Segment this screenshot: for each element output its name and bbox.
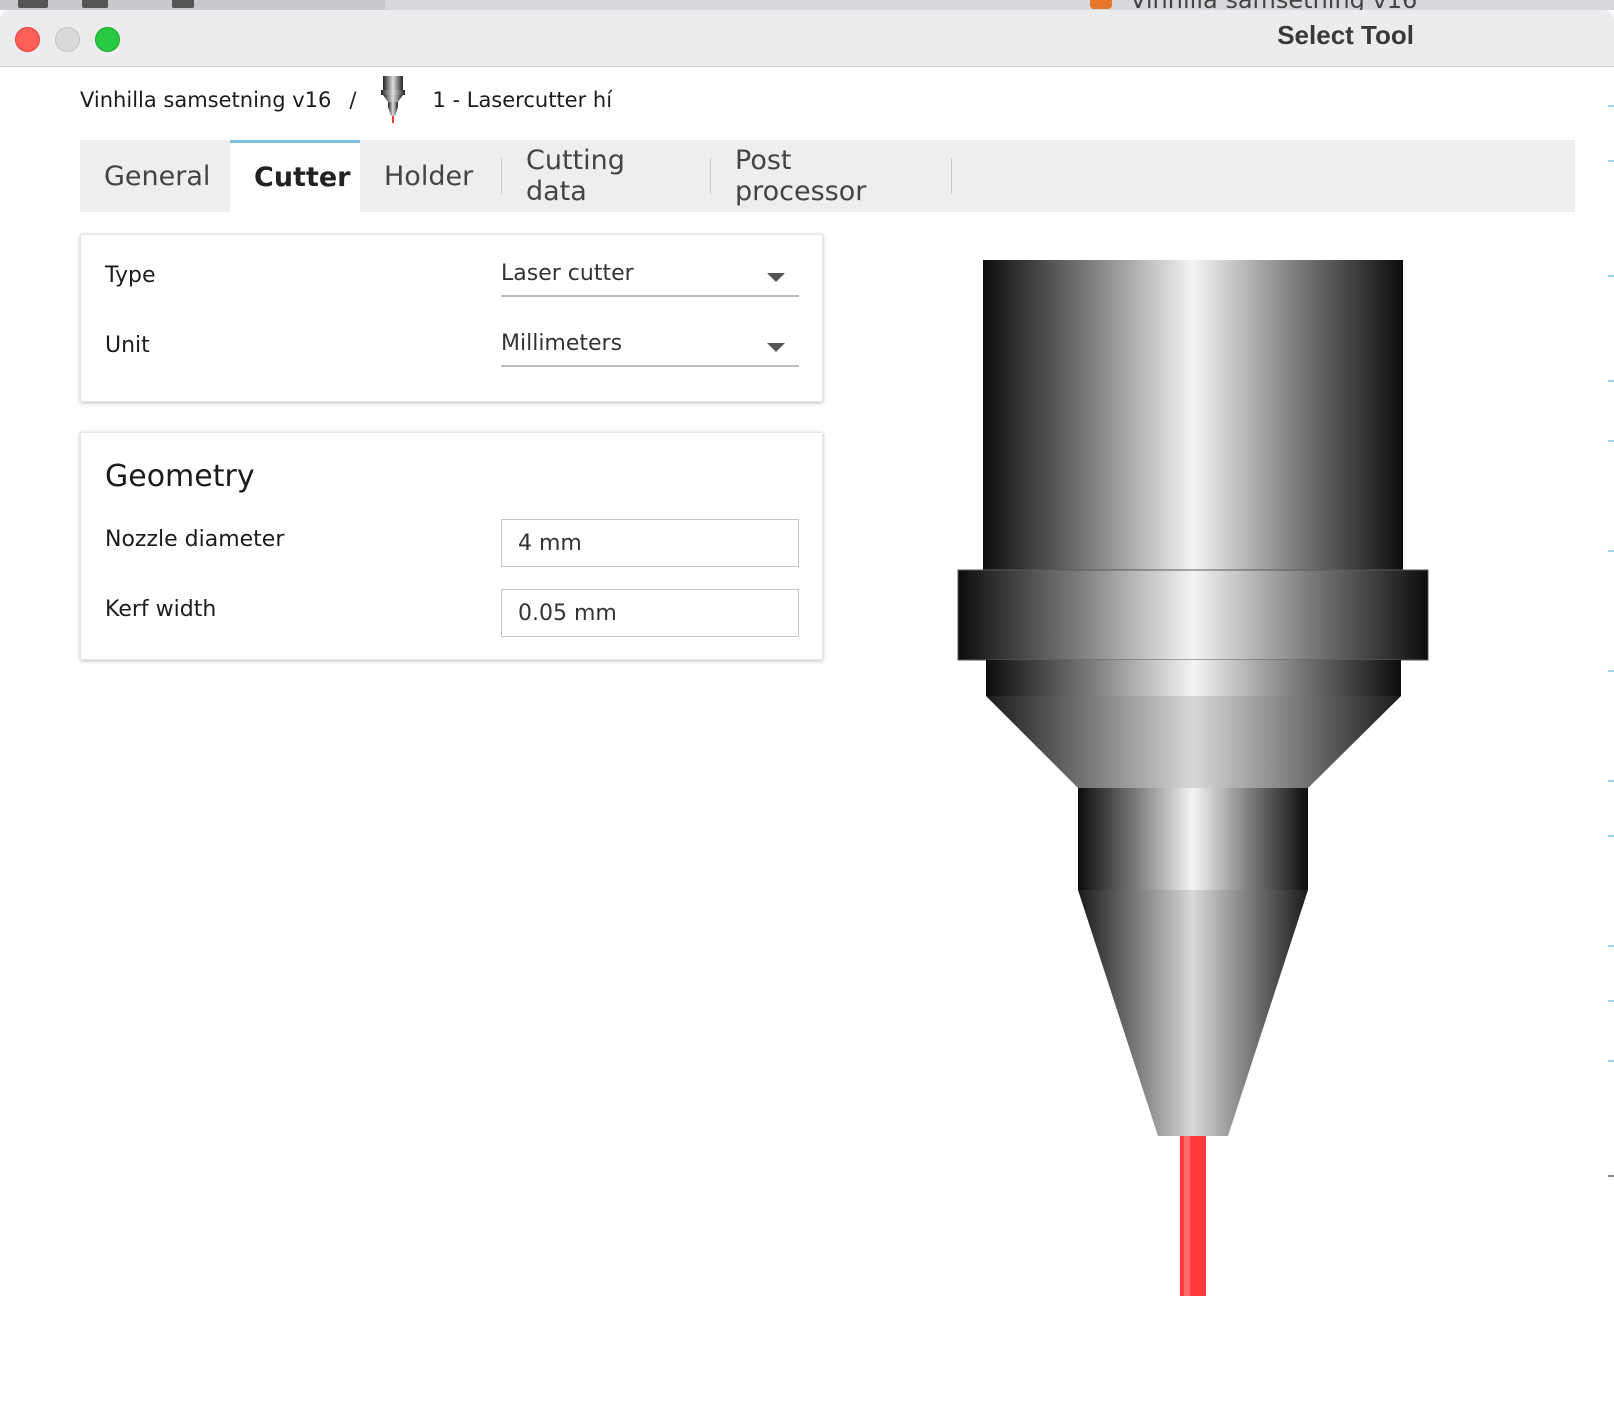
- tab-divider: [951, 158, 952, 194]
- type-dropdown-value: Laser cutter: [501, 261, 634, 286]
- tab-cutter[interactable]: Cutter: [230, 140, 360, 212]
- tool-preview: [957, 260, 1429, 1296]
- tab-holder[interactable]: Holder: [360, 140, 502, 212]
- background-save-icon: [172, 0, 194, 8]
- tab-cutting-data[interactable]: Cutting data: [502, 140, 710, 212]
- laser-beam: [1180, 1136, 1206, 1296]
- type-dropdown[interactable]: Laser cutter: [501, 257, 799, 297]
- background-file-icon: [82, 0, 108, 8]
- nozzle-taper-upper: [986, 696, 1401, 788]
- kerf-width-input[interactable]: [501, 589, 799, 637]
- nozzle-neck: [1078, 788, 1308, 890]
- breadcrumb-separator: /: [349, 88, 357, 112]
- close-button[interactable]: [15, 27, 40, 52]
- breadcrumb: Vinhilla samsetning v16 / 1 - Lasercutte…: [80, 76, 613, 123]
- window-title: Select Tool: [1277, 20, 1414, 50]
- minimize-button[interactable]: [55, 27, 80, 52]
- tab-post-processor[interactable]: Post processor: [711, 140, 951, 212]
- nozzle-diameter-label: Nozzle diameter: [105, 527, 285, 552]
- background-app-logo-icon: [1090, 0, 1112, 9]
- geometry-panel: Geometry Nozzle diameter Kerf width: [80, 432, 823, 660]
- tab-bar: General Cutter Holder Cutting data Post …: [80, 140, 1575, 212]
- unit-dropdown-value: Millimeters: [501, 331, 623, 356]
- title-bar: Select Tool: [0, 10, 1614, 67]
- kerf-width-label: Kerf width: [105, 597, 217, 622]
- tab-general[interactable]: General: [80, 140, 228, 212]
- nozzle-tip: [1078, 890, 1308, 1136]
- unit-label: Unit: [105, 333, 150, 358]
- nozzle-diameter-input[interactable]: [501, 519, 799, 567]
- cutter-settings-panel: Type Laser cutter Unit Millimeters: [80, 234, 823, 402]
- breadcrumb-project[interactable]: Vinhilla samsetning v16: [80, 88, 331, 112]
- nozzle-ring: [986, 660, 1401, 696]
- laser-nozzle-icon: [381, 76, 406, 123]
- nozzle-body-upper: [983, 260, 1403, 570]
- background-grid-icon: [18, 0, 48, 8]
- nozzle-collar: [957, 569, 1429, 661]
- chevron-down-icon: [767, 273, 785, 282]
- breadcrumb-tool: 1 - Lasercutter hí: [432, 88, 613, 112]
- type-label: Type: [105, 263, 156, 288]
- background-scrollbar-ticks: [1608, 105, 1614, 1177]
- maximize-button[interactable]: [95, 27, 120, 52]
- chevron-down-icon: [767, 343, 785, 352]
- unit-dropdown[interactable]: Millimeters: [501, 327, 799, 367]
- geometry-title: Geometry: [105, 459, 255, 494]
- laser-beam-highlight: [1184, 1136, 1190, 1296]
- background-app-strip: Vinhilla samsetning v16: [0, 0, 1614, 14]
